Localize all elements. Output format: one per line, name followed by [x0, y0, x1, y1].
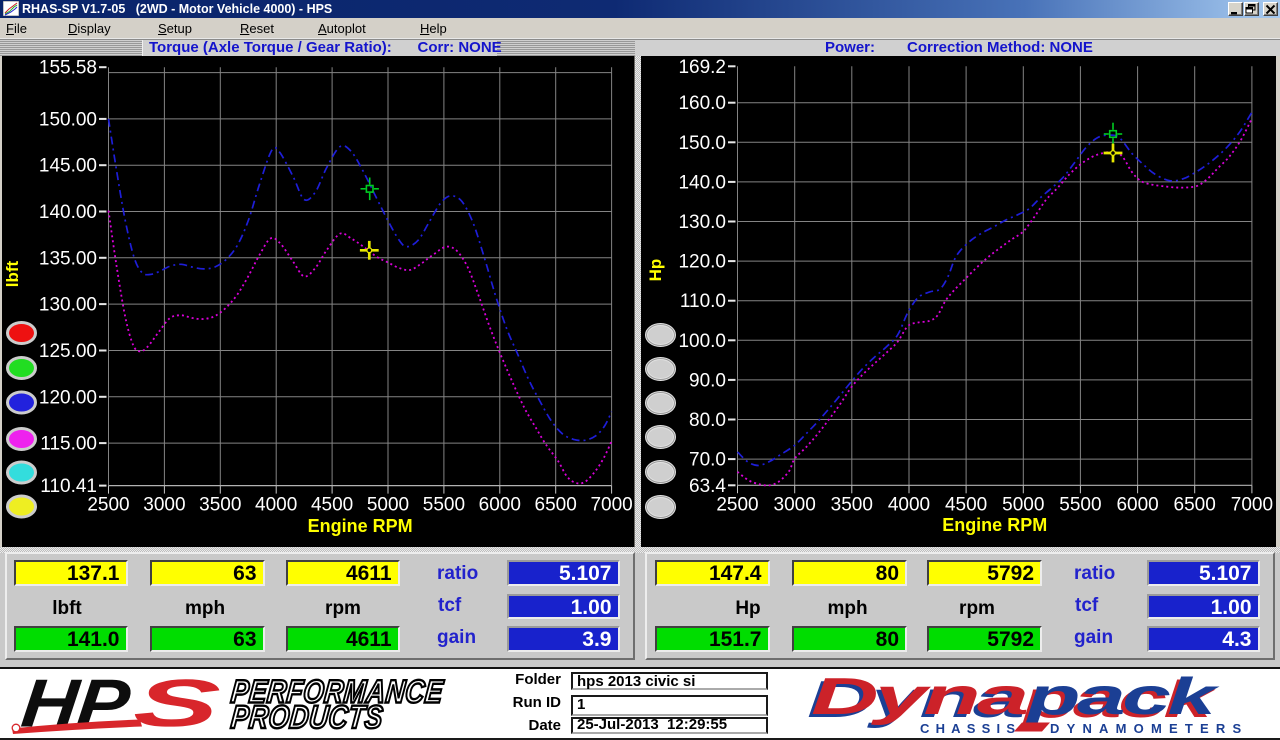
svg-text:4000: 4000 — [888, 494, 930, 515]
svg-text:3500: 3500 — [831, 494, 873, 515]
svg-text:7000: 7000 — [1231, 494, 1273, 515]
svg-text:PRODUCTS: PRODUCTS — [229, 700, 385, 736]
svg-text:70.0: 70.0 — [689, 450, 726, 471]
svg-text:5000: 5000 — [1002, 494, 1044, 515]
svg-text:3500: 3500 — [199, 495, 241, 516]
svg-text:125.00: 125.00 — [39, 341, 97, 362]
svg-text:110.0: 110.0 — [680, 291, 726, 312]
svg-text:5500: 5500 — [1059, 494, 1101, 515]
svg-text:150.00: 150.00 — [39, 109, 97, 130]
svg-text:160.0: 160.0 — [678, 93, 726, 114]
svg-text:6500: 6500 — [535, 495, 577, 516]
svg-text:Dyna: Dyna — [811, 669, 1026, 726]
svg-text:5500: 5500 — [423, 495, 465, 516]
svg-text:120.0: 120.0 — [678, 252, 726, 273]
svg-text:7000: 7000 — [590, 495, 632, 516]
svg-text:169.2: 169.2 — [678, 57, 726, 78]
svg-text:4500: 4500 — [945, 494, 987, 515]
svg-text:140.0: 140.0 — [678, 172, 726, 193]
svg-text:155.58: 155.58 — [39, 58, 97, 79]
svg-text:5000: 5000 — [367, 495, 409, 516]
svg-text:3000: 3000 — [774, 494, 816, 515]
svg-text:130.0: 130.0 — [678, 212, 726, 233]
svg-text:110.41: 110.41 — [40, 476, 97, 497]
svg-text:4000: 4000 — [255, 495, 297, 516]
svg-text:4500: 4500 — [311, 495, 353, 516]
svg-text:63.4: 63.4 — [689, 476, 726, 497]
svg-text:6000: 6000 — [1116, 494, 1158, 515]
svg-text:2500: 2500 — [87, 495, 129, 516]
svg-text:Hp: Hp — [646, 259, 665, 282]
svg-text:6500: 6500 — [1174, 494, 1216, 515]
svg-text:120.00: 120.00 — [39, 387, 97, 408]
svg-text:lbft: lbft — [3, 260, 22, 287]
svg-text:3000: 3000 — [143, 495, 185, 516]
svg-text:2500: 2500 — [716, 494, 758, 515]
svg-text:Engine RPM: Engine RPM — [308, 516, 413, 536]
svg-text:140.00: 140.00 — [39, 202, 97, 223]
svg-text:80.0: 80.0 — [689, 410, 726, 431]
svg-text:130.00: 130.00 — [39, 295, 97, 316]
svg-text:135.00: 135.00 — [39, 248, 97, 269]
svg-text:150.0: 150.0 — [678, 133, 726, 154]
svg-text:145.00: 145.00 — [39, 156, 97, 177]
svg-text:CHASSIS: CHASSIS — [920, 721, 1021, 736]
svg-text:90.0: 90.0 — [689, 370, 726, 391]
svg-text:100.0: 100.0 — [678, 331, 726, 352]
svg-text:S: S — [130, 669, 223, 738]
svg-text:pack: pack — [1025, 669, 1220, 726]
svg-text:6000: 6000 — [479, 495, 521, 516]
svg-text:DYNAMOMETERS: DYNAMOMETERS — [1050, 721, 1248, 736]
svg-text:115.00: 115.00 — [40, 434, 97, 455]
svg-text:Engine RPM: Engine RPM — [942, 515, 1047, 535]
